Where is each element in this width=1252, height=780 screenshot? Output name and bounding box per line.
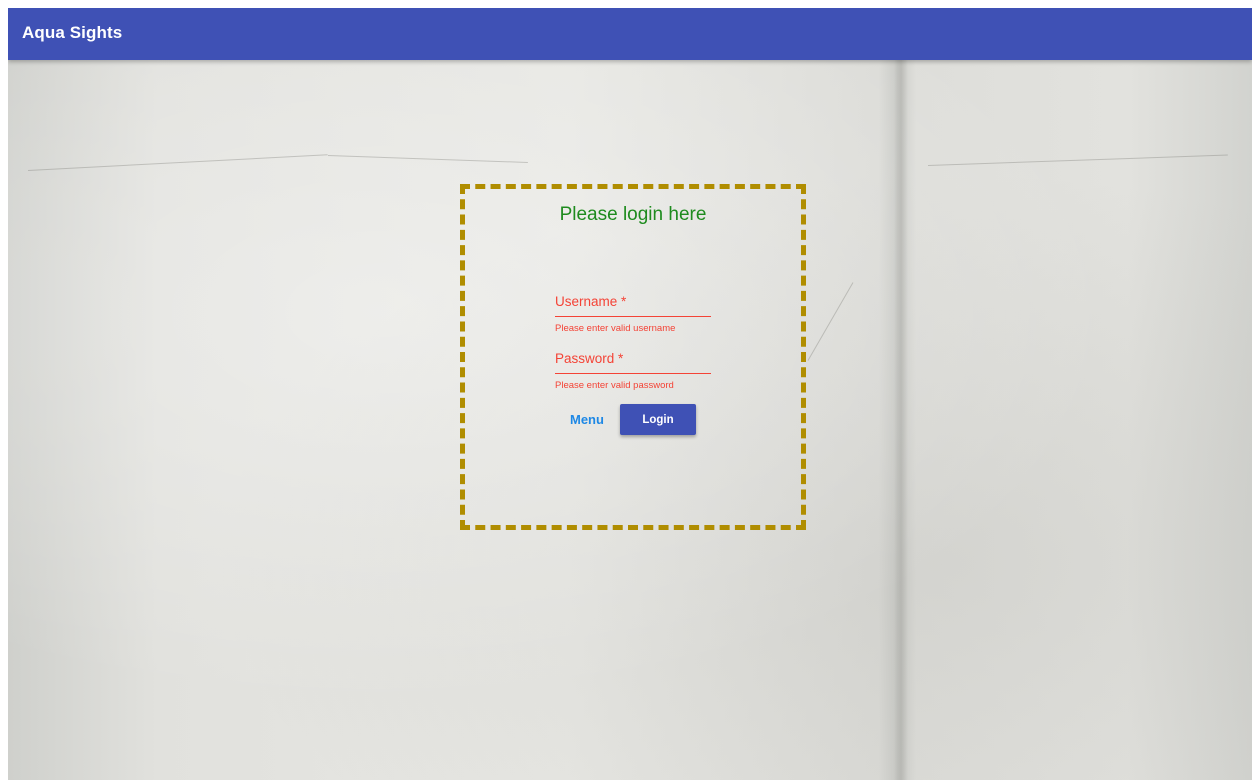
- username-error: Please enter valid username: [555, 323, 676, 334]
- password-error: Please enter valid password: [555, 380, 674, 391]
- wall-crack: [807, 282, 854, 361]
- password-underline: [555, 373, 711, 374]
- menu-link[interactable]: Menu: [570, 412, 604, 427]
- login-button[interactable]: Login: [620, 404, 696, 435]
- username-label: Username *: [555, 294, 627, 309]
- username-underline: [555, 316, 711, 317]
- app-title: Aqua Sights: [22, 23, 123, 42]
- wall-crack: [927, 154, 1228, 166]
- password-label: Password *: [555, 351, 624, 366]
- login-heading: Please login here: [559, 204, 707, 225]
- login-panel: Please login here Username * Please ente…: [460, 184, 806, 530]
- wall-crack: [27, 154, 328, 171]
- wall-seam: [894, 60, 908, 780]
- background-wall-image: Please login here Username * Please ente…: [8, 60, 1252, 780]
- app-frame: Aqua Sights Please login here Username *…: [8, 8, 1252, 780]
- app-toolbar: Aqua Sights: [8, 8, 1252, 60]
- wall-crack: [327, 155, 528, 163]
